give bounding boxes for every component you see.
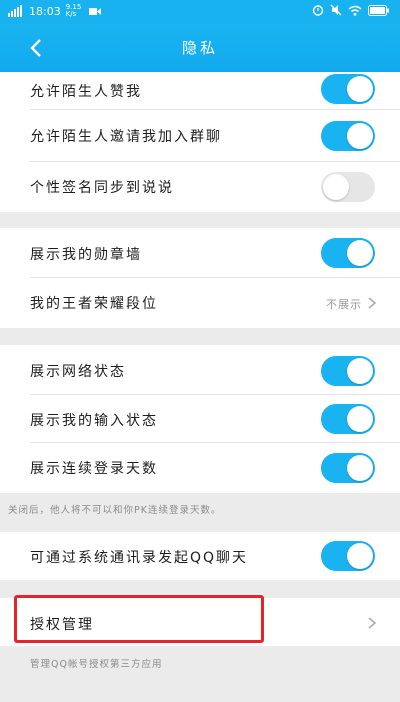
row-label: 可通过系统通讯录发起QQ聊天	[30, 550, 249, 566]
toggle-knob	[323, 174, 349, 200]
kings-honor-value: 不展示	[326, 298, 362, 311]
row-label: 我的王者荣耀段位	[30, 296, 158, 312]
row-label: 个性签名同步到说说	[30, 180, 174, 196]
allow-stranger-like-row[interactable]: 允许陌生人赞我	[0, 72, 400, 110]
toggle-knob	[347, 240, 373, 266]
toggle-knob	[347, 406, 373, 432]
battery-icon	[368, 4, 389, 16]
auth-note: 管理QQ帐号授权第三方应用	[30, 659, 163, 670]
mute-icon	[330, 4, 342, 16]
show-typing-row[interactable]: 展示我的输入状态	[0, 395, 400, 443]
toggle-knob	[347, 543, 373, 569]
show-login-days-toggle[interactable]	[321, 453, 375, 483]
wifi-icon	[348, 5, 362, 16]
allow-stranger-invite-toggle[interactable]	[321, 121, 375, 151]
status-bar: 18:03 9.15 K/s	[0, 0, 400, 24]
show-network-toggle[interactable]	[321, 356, 375, 386]
show-badge-row[interactable]: 展示我的勋章墙	[0, 228, 400, 278]
allow-stranger-invite-row[interactable]: 允许陌生人邀请我加入群聊	[0, 110, 400, 162]
show-login-days-row[interactable]: 展示连续登录天数	[0, 443, 400, 493]
status-time: 18:03	[29, 4, 61, 18]
row-label: 允许陌生人邀请我加入群聊	[30, 129, 222, 145]
toggle-knob	[347, 455, 373, 481]
toggle-knob	[347, 358, 373, 384]
row-label: 展示网络状态	[30, 364, 126, 380]
signature-sync-row[interactable]: 个性签名同步到说说	[0, 162, 400, 212]
signature-sync-toggle[interactable]	[321, 172, 375, 202]
chevron-right-icon	[368, 297, 377, 309]
page-title: 隐私	[181, 39, 218, 57]
show-typing-toggle[interactable]	[321, 404, 375, 434]
row-label: 展示连续登录天数	[30, 461, 158, 477]
alarm-icon	[312, 5, 324, 16]
row-label: 展示我的输入状态	[30, 413, 158, 429]
allow-stranger-like-toggle[interactable]	[321, 74, 375, 104]
row-label: 允许陌生人赞我	[30, 84, 142, 100]
nav-bar: 隐私	[0, 24, 400, 72]
contacts-qq-chat-row[interactable]: 可通过系统通讯录发起QQ聊天	[0, 532, 400, 580]
row-label: 展示我的勋章墙	[30, 247, 142, 263]
highlight-box	[14, 595, 264, 643]
show-network-row[interactable]: 展示网络状态	[0, 345, 400, 395]
login-days-note: 关闭后，他人将不可以和你PK连续登录天数。	[8, 505, 222, 516]
toggle-knob	[347, 123, 373, 149]
network-speed: 9.15 K/s	[65, 3, 82, 18]
contacts-qq-chat-toggle[interactable]	[321, 541, 375, 571]
chevron-right-icon	[368, 617, 377, 629]
toggle-knob	[347, 76, 373, 102]
kings-honor-row[interactable]: 我的王者荣耀段位 不展示	[0, 278, 400, 328]
show-badge-toggle[interactable]	[321, 238, 375, 268]
signal-icon	[8, 5, 22, 17]
video-icon	[88, 7, 101, 15]
